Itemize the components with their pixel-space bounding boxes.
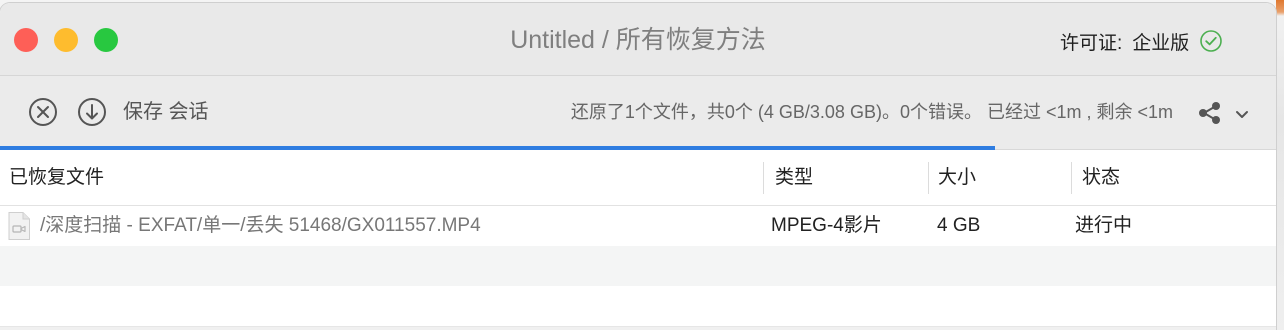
download-circle-icon <box>78 98 106 126</box>
desktop-background <box>1276 0 1284 330</box>
share-button[interactable] <box>1196 99 1224 127</box>
empty-row <box>0 286 1276 326</box>
column-divider[interactable] <box>763 162 764 194</box>
share-menu-button[interactable] <box>1235 107 1249 118</box>
check-circle-icon <box>1200 30 1223 52</box>
column-header-status[interactable]: 状态 <box>1071 150 1276 205</box>
license-value: 企业版 <box>1132 32 1190 54</box>
license-label: 许可证: <box>1060 32 1123 54</box>
file-status: 进行中 <box>1075 215 1133 236</box>
video-file-icon <box>8 212 30 240</box>
column-divider[interactable] <box>928 162 929 194</box>
column-divider[interactable] <box>1071 162 1072 194</box>
table-row[interactable]: /深度扫描 - EXFAT/单一/丢失 51468/GX011557.MP4 M… <box>0 206 1276 246</box>
file-size: 4 GB <box>937 215 981 236</box>
save-session-button[interactable] <box>77 97 107 127</box>
share-icon <box>1199 102 1220 124</box>
table-header: 已恢复文件 类型 大小 状态 <box>0 150 1276 206</box>
file-type: MPEG-4影片 <box>771 215 882 236</box>
file-path: /深度扫描 - EXFAT/单一/丢失 51468/GX011557.MP4 <box>40 215 481 236</box>
license-indicator[interactable]: 许可证: 企业版 <box>1060 27 1223 55</box>
stop-button[interactable] <box>28 97 58 127</box>
window-bottom-edge <box>0 326 1276 330</box>
title-bar: Untitled / 所有恢复方法 许可证: 企业版 <box>0 3 1276 76</box>
column-header-size[interactable]: 大小 <box>928 150 1071 205</box>
recovery-status-text: 还原了1个文件，共0个 (4 GB/3.08 GB)。0个错误。 已经过 <1m… <box>570 102 1173 122</box>
close-circle-icon <box>29 98 57 126</box>
save-session-label[interactable]: 保存 会话 <box>123 97 209 127</box>
column-header-type[interactable]: 类型 <box>763 150 928 205</box>
column-header-recovered-files[interactable]: 已恢复文件 <box>0 150 763 205</box>
toolbar: 保存 会话 还原了1个文件，共0个 (4 GB/3.08 GB)。0个错误。 已… <box>0 76 1276 146</box>
empty-row <box>0 246 1276 286</box>
app-window: Untitled / 所有恢复方法 许可证: 企业版 保存 会话 还原了1个文件… <box>0 3 1276 330</box>
chevron-down-icon <box>1236 111 1248 118</box>
